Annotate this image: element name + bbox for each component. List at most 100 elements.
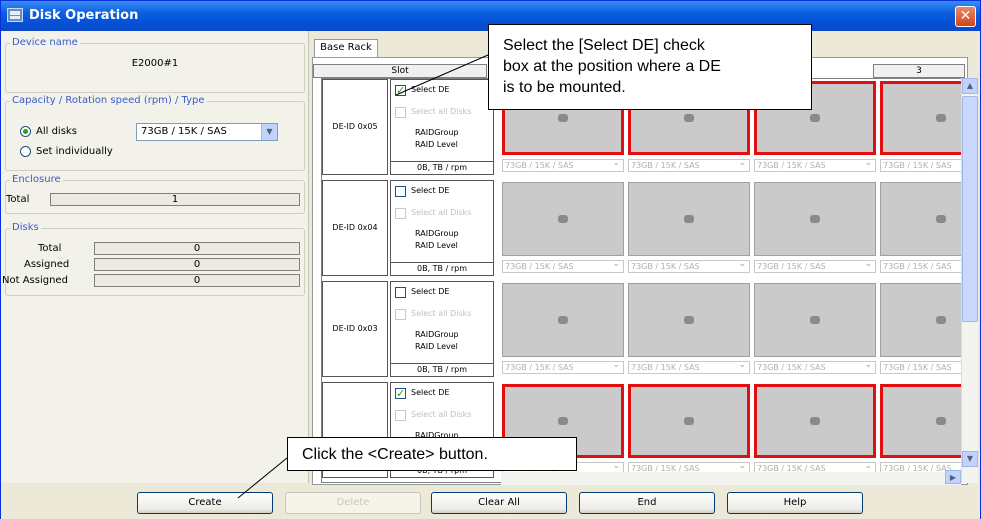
disk-slot[interactable] (628, 384, 750, 458)
capacity-select-value: 73GB / 15K / SAS (141, 126, 227, 137)
disk-icon (936, 316, 946, 324)
disk-type-select[interactable]: 73GB / 15K / SAS (754, 158, 876, 172)
disk-icon (558, 215, 568, 223)
disk-slot[interactable] (502, 182, 624, 256)
slot-header: Slot (313, 64, 487, 78)
disks-total-field: 0 (94, 242, 300, 255)
enclosure-title: Enclosure (10, 174, 63, 185)
disk-type-select[interactable]: 73GB / 15K / SAS (754, 259, 876, 273)
rack-panel: Slot 3 DE-ID 0x05 Select DE Select all Dis… (312, 57, 968, 485)
de-slot-id-label: DE-ID 0x03 (332, 324, 378, 333)
all-disks-label: All disks (36, 126, 77, 137)
de-slot-id: DE-ID 0x05 (322, 79, 388, 175)
scroll-down-icon[interactable]: ▼ (962, 451, 978, 467)
scroll-up-icon[interactable]: ▲ (962, 78, 978, 94)
device-name-group: Device name E2000#1 (5, 37, 305, 93)
capacity-footer: 0B, TB / rpm (391, 363, 493, 376)
all-disks-radio[interactable] (20, 126, 31, 137)
select-de-callout-line-3: is to be mounted. (503, 79, 626, 96)
select-all-disks-checkbox[interactable] (395, 309, 406, 320)
disk-icon (558, 114, 568, 122)
disks-group: Disks Total 0 Assigned 0 Not Assigned 0 (2, 222, 305, 296)
raid-level-label: RAID Level (415, 140, 458, 149)
button-bar: Create Delete Clear All End Help (1, 487, 980, 519)
horizontal-scrollbar[interactable]: ▶ (501, 470, 961, 485)
enclosure-total-label: Total (6, 194, 30, 205)
disk-icon (810, 215, 820, 223)
disks-assigned-field: 0 (94, 258, 300, 271)
select-all-disks-label: Select all Disks (411, 107, 472, 116)
select-all-disks-checkbox[interactable] (395, 410, 406, 421)
raid-group-label: RAIDGroup (415, 229, 459, 238)
enclosure-total-field: 1 (50, 193, 300, 206)
capacity-footer: 0B, TB / rpm (391, 161, 493, 174)
select-de-label: Select DE (411, 388, 450, 397)
select-de-label: Select DE (411, 85, 450, 94)
disks-not-assigned-label: Not Assigned (2, 275, 68, 286)
de-control-panel: Select DE Select all Disks RAIDGroup RAID L… (390, 79, 494, 175)
de-slot-id-label: DE-ID 0x05 (332, 122, 378, 131)
disk-icon (936, 417, 946, 425)
end-button[interactable]: End (579, 492, 715, 514)
rack-grid: DE-ID 0x05 Select DE Select all Disks RAIDG… (321, 78, 965, 483)
select-all-disks-label: Select all Disks (411, 410, 472, 419)
disk-slot[interactable] (502, 283, 624, 357)
disk-type-select[interactable]: 73GB / 15K / SAS (628, 259, 750, 273)
disk-type-select[interactable]: 73GB / 15K / SAS (880, 361, 964, 374)
help-button[interactable]: Help (727, 492, 863, 514)
set-individually-radio[interactable] (20, 146, 31, 157)
disk-type-select[interactable]: 73GB / 15K / SAS (502, 360, 624, 374)
de-slot-id: DE-ID 0x04 (322, 180, 388, 276)
close-button[interactable]: ✕ (955, 6, 976, 27)
device-name-value: E2000#1 (131, 58, 179, 69)
disk-type-select[interactable]: 73GB / 15K / SAS (628, 360, 750, 374)
de-slot-id-label: DE-ID 0x04 (332, 223, 378, 232)
scroll-thumb[interactable] (962, 96, 978, 322)
disks-assigned-label: Assigned (24, 259, 70, 270)
tab-base-rack[interactable]: Base Rack (314, 39, 378, 57)
disk-type-select[interactable]: 73GB / 15K / SAS (502, 259, 624, 273)
disk-slot[interactable] (628, 283, 750, 357)
disk-slot[interactable] (880, 81, 964, 155)
disk-icon (684, 215, 694, 223)
capacity-footer: 0B, TB / rpm (391, 262, 493, 275)
delete-button[interactable]: Delete (285, 492, 421, 514)
select-de-checkbox[interactable] (395, 186, 406, 197)
disk-type-select[interactable]: 73GB / 15K / SAS (502, 158, 624, 172)
select-all-disks-checkbox[interactable] (395, 208, 406, 219)
clear-all-button[interactable]: Clear All (431, 492, 567, 514)
disk-type-select[interactable]: 73GB / 15K / SAS (628, 158, 750, 172)
enclosure-group: Enclosure Total 1 (5, 174, 305, 214)
vertical-scrollbar[interactable]: ▲ ▼ (961, 78, 978, 483)
select-de-checkbox[interactable] (395, 287, 406, 298)
disk-slot[interactable] (880, 384, 964, 458)
column-header-3: 3 (873, 64, 965, 78)
disk-slot[interactable] (754, 283, 876, 357)
scroll-right-icon[interactable]: ▶ (945, 470, 961, 484)
select-de-checkbox[interactable] (395, 84, 406, 97)
select-de-label: Select DE (411, 186, 450, 195)
disk-slot[interactable] (754, 182, 876, 256)
select-de-callout-line-1: Select the [Select DE] check (503, 37, 705, 54)
create-callout: Click the <Create> button. (287, 437, 577, 471)
raid-group-label: RAIDGroup (415, 128, 459, 137)
disk-icon (684, 114, 694, 122)
disk-type-select[interactable]: 73GB / 15K / SAS (880, 260, 964, 273)
create-button[interactable]: Create (137, 492, 273, 514)
disk-type-select[interactable]: 73GB / 15K / SAS (754, 360, 876, 374)
disk-icon (810, 114, 820, 122)
disk-icon (936, 114, 946, 122)
disk-slot[interactable] (880, 182, 964, 256)
set-individually-label: Set individually (36, 146, 113, 157)
disk-type-select[interactable]: 73GB / 15K / SAS (880, 159, 964, 172)
disks-not-assigned-field: 0 (94, 274, 300, 287)
capacity-select[interactable]: 73GB / 15K / SAS ▼ (136, 123, 278, 141)
raid-level-label: RAID Level (415, 241, 458, 250)
disk-slot[interactable] (754, 384, 876, 458)
disk-slot[interactable] (880, 283, 964, 357)
chevron-down-icon[interactable]: ▼ (261, 124, 277, 140)
select-all-disks-label: Select all Disks (411, 309, 472, 318)
select-de-checkbox[interactable] (395, 387, 406, 400)
disk-slot[interactable] (628, 182, 750, 256)
select-all-disks-checkbox[interactable] (395, 107, 406, 118)
